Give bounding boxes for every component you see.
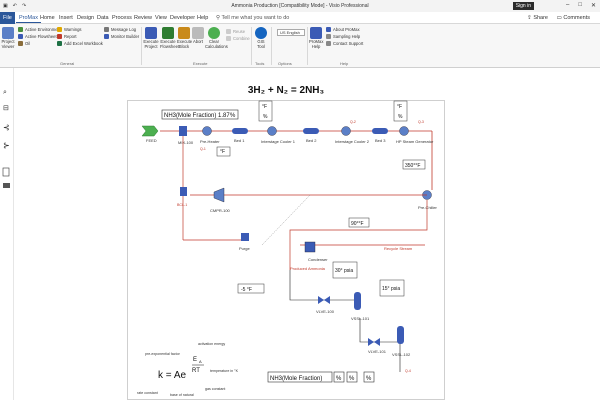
- purge-label: Purge: [239, 246, 250, 251]
- equation-title: 3H₂ + N₂ = 2NH₃: [248, 85, 325, 96]
- produced-ammonia-label: Produced Ammonia: [290, 266, 326, 271]
- condenser-icon[interactable]: [304, 241, 316, 253]
- temp-unit-2: °F: [397, 104, 402, 110]
- compressor-label: CMPR-100: [210, 208, 231, 213]
- page-icon[interactable]: [2, 167, 10, 177]
- pre-exponential-label: pre-exponential factor: [145, 352, 181, 356]
- feed-icon[interactable]: [141, 125, 159, 137]
- valve101-icon[interactable]: [368, 338, 374, 346]
- bed3-label: Bed 3: [375, 138, 386, 143]
- q3-label: Q-3: [418, 120, 424, 124]
- pct-c: %: [366, 376, 372, 382]
- bcl-icon[interactable]: [180, 187, 187, 196]
- nh3-fraction-value: 1.87: [218, 113, 230, 119]
- temp-unit-1: °F: [262, 104, 267, 110]
- gas-constant-label: gas constant: [205, 387, 225, 391]
- mixer-icon[interactable]: [179, 126, 187, 136]
- vessel101-label: VSSL-101: [351, 316, 370, 321]
- recycle-stream-label: Recycle Stream: [384, 246, 413, 251]
- flowsheet-diagram: ⌕ ⊟ ⊰ ⊱ 3H₂ + N₂ = 2NH₃ NH3(Mole Fractio…: [2, 85, 438, 397]
- pre-heater-label: Pre-Heater: [200, 139, 220, 144]
- vessel102-icon[interactable]: [397, 326, 404, 344]
- arrhenius-exp-num: E: [193, 357, 197, 363]
- intercooler1-icon[interactable]: [267, 126, 277, 136]
- rate-constant-label: rate constant: [137, 391, 158, 395]
- purge-icon[interactable]: [241, 233, 249, 241]
- psia-30-value: 30° psia: [335, 268, 353, 274]
- arrhenius-lhs: k = Ae: [158, 370, 187, 381]
- arrhenius-exp-sub: A: [199, 359, 202, 364]
- bed1-icon[interactable]: [232, 128, 248, 134]
- hp-steam-icon[interactable]: [399, 126, 409, 136]
- bed1-label: Bed 1: [234, 138, 245, 143]
- vessel102-label: VSSL-102: [392, 352, 411, 357]
- q1-label: Q-1: [200, 147, 206, 151]
- psia-15-value: 15° psia: [382, 286, 400, 292]
- compressor-icon[interactable]: [213, 187, 225, 203]
- intercooler2-label: Interstage Cooler 2: [335, 139, 370, 144]
- bed3-icon[interactable]: [372, 128, 388, 134]
- temp-350-value: 350°°F: [405, 163, 420, 169]
- temp-90-value: 90°°F: [351, 221, 364, 227]
- nh3-fraction-label: NH3(Mole Fraction): [164, 113, 216, 119]
- zoom-icon[interactable]: ⌕: [3, 89, 7, 96]
- valve100-icon[interactable]: [318, 296, 324, 304]
- valve101-icon-2[interactable]: [374, 338, 380, 346]
- intercooler1-label: Interstage Cooler 1: [261, 139, 296, 144]
- pct-unit-1: %: [263, 114, 268, 120]
- vessel101-icon[interactable]: [354, 292, 361, 310]
- valve101-label: VLVE-101: [368, 349, 387, 354]
- pct-unit-2: %: [398, 114, 403, 120]
- q4-label: Q-4: [405, 369, 411, 373]
- bed2-label: Bed 2: [306, 138, 317, 143]
- mixer-label: MIX-100: [178, 140, 194, 145]
- block-icon[interactable]: [3, 183, 10, 188]
- hp-steam-label: HP Steam Generator: [396, 139, 434, 144]
- temp-unit-3: °F: [220, 149, 225, 155]
- bcl-label: BCL-1: [177, 203, 187, 207]
- activation-energy-label: activation energy: [198, 342, 225, 346]
- arrhenius-exp-den: RT: [192, 368, 200, 374]
- q2-label: Q-2: [350, 120, 356, 124]
- base-natural-label: base of natural: [170, 393, 194, 397]
- pre-chiller-label: Pre-Chiller: [418, 205, 438, 210]
- feed-label: FEED: [146, 138, 157, 143]
- nh3-fraction-unit: %: [230, 113, 236, 119]
- bed2-icon[interactable]: [303, 128, 319, 134]
- valve100-label: VLVE-100: [316, 309, 335, 314]
- pct-b: %: [349, 376, 355, 382]
- guide-line: [261, 194, 311, 246]
- valve100-icon-2[interactable]: [324, 296, 330, 304]
- pct-a: %: [336, 376, 342, 382]
- link2-icon[interactable]: ⊱: [3, 141, 10, 150]
- temperature-label: temperature in °K: [210, 369, 239, 373]
- intercooler2-icon[interactable]: [341, 126, 351, 136]
- condenser-label: Condenser: [308, 257, 328, 262]
- temp-m5-value: -5 °F: [241, 287, 252, 293]
- nh3-bottom-label: NH3(Mole Fraction): [270, 376, 322, 382]
- pre-heater-icon[interactable]: [202, 126, 212, 136]
- link-icon[interactable]: ⊰: [3, 123, 10, 132]
- stencil-icon[interactable]: ⊟: [3, 105, 9, 112]
